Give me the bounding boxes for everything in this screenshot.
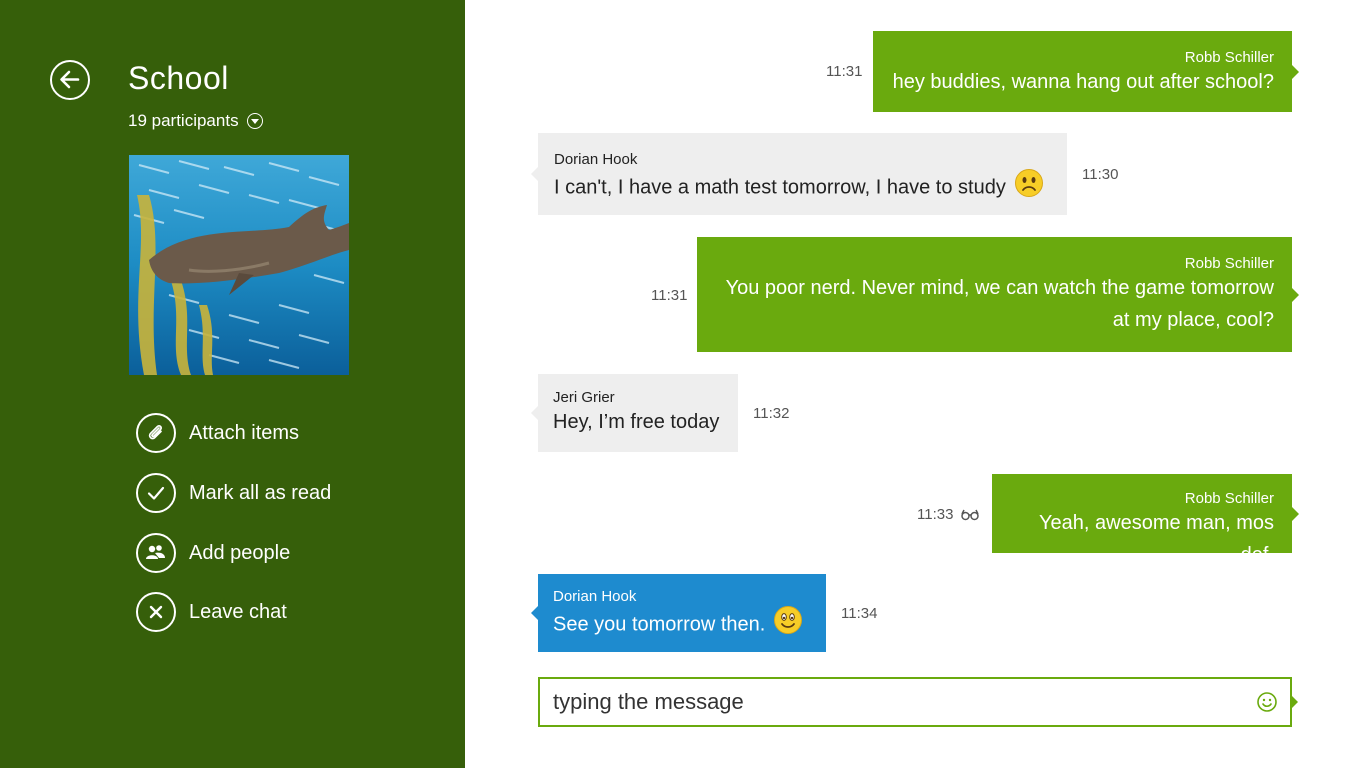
back-arrow-icon	[60, 70, 80, 89]
message-sender: Robb Schiller	[1184, 490, 1274, 507]
message-bubble-incoming-selected[interactable]: Dorian Hook See you tomorrow then.	[531, 574, 826, 652]
back-button[interactable]	[50, 60, 90, 100]
message-sender: Dorian Hook	[554, 151, 638, 168]
group-photo	[129, 155, 349, 375]
action-list: Attach items Mark all as read Add people…	[136, 413, 331, 652]
message-sender: Dorian Hook	[553, 588, 637, 605]
close-icon	[136, 592, 176, 632]
message-time: 11:32	[753, 405, 790, 422]
message-sender: Robb Schiller	[1184, 49, 1274, 66]
message-text: I can't, I have a math test tomorrow, I …	[554, 176, 1006, 199]
conversation-title: School	[128, 60, 229, 96]
message-text: Yeah, awesome man, mos def.	[1039, 512, 1274, 566]
leave-chat-label: Leave chat	[189, 600, 287, 623]
message-time: 11:33	[917, 506, 954, 523]
message-text-line-1: You poor nerd. Never mind, we can watch …	[725, 277, 1274, 299]
message-text-line-2: at my place, cool?	[1112, 309, 1274, 331]
message-bubble-incoming[interactable]: Jeri Grier Hey, I’m free today	[531, 374, 738, 452]
message-bubble-outgoing[interactable]: Robb Schiller You poor nerd. Never mind,…	[697, 237, 1299, 352]
conversation-sidebar: School 19 participants Attach items Mark…	[0, 0, 465, 768]
add-people-label: Add people	[189, 541, 291, 564]
message-time: 11:30	[1082, 166, 1119, 183]
sad-face-icon	[1014, 168, 1044, 208]
participants-dropdown[interactable]: 19 participants	[128, 111, 263, 131]
smile-face-icon	[773, 605, 803, 645]
message-sender: Jeri Grier	[553, 389, 615, 406]
mark-all-read-label: Mark all as read	[189, 481, 332, 504]
message-bubble-outgoing[interactable]: Robb Schiller Yeah, awesome man, mos def…	[992, 474, 1299, 566]
emoticon-picker-icon[interactable]	[1256, 691, 1278, 718]
add-people-button[interactable]: Add people	[136, 533, 331, 573]
checkmark-icon	[136, 473, 176, 513]
message-time: 11:34	[841, 605, 878, 622]
message-text: Hey, I’m free today	[553, 411, 720, 433]
chevron-down-icon	[246, 113, 263, 129]
message-input[interactable]	[553, 687, 1243, 717]
message-bubble-incoming[interactable]: Dorian Hook I can't, I have a math test …	[531, 133, 1067, 215]
seen-glasses-icon	[961, 509, 980, 520]
message-text: See you tomorrow then.	[553, 613, 766, 636]
attach-items-label: Attach items	[189, 421, 300, 444]
people-icon	[136, 533, 176, 573]
message-time-with-status: 11:33	[917, 506, 980, 523]
attach-items-button[interactable]: Attach items	[136, 413, 331, 453]
leave-chat-button[interactable]: Leave chat	[136, 592, 331, 632]
message-composer	[538, 677, 1298, 727]
participants-count: 19 participants	[128, 111, 239, 130]
mark-all-read-button[interactable]: Mark all as read	[136, 473, 331, 513]
message-time: 11:31	[826, 63, 863, 80]
message-sender: Robb Schiller	[1184, 255, 1274, 272]
message-time: 11:31	[651, 287, 688, 304]
paperclip-icon	[136, 413, 176, 453]
message-bubble-outgoing[interactable]: Robb Schiller hey buddies, wanna hang ou…	[873, 31, 1299, 112]
message-text: hey buddies, wanna hang out after school…	[892, 71, 1274, 93]
